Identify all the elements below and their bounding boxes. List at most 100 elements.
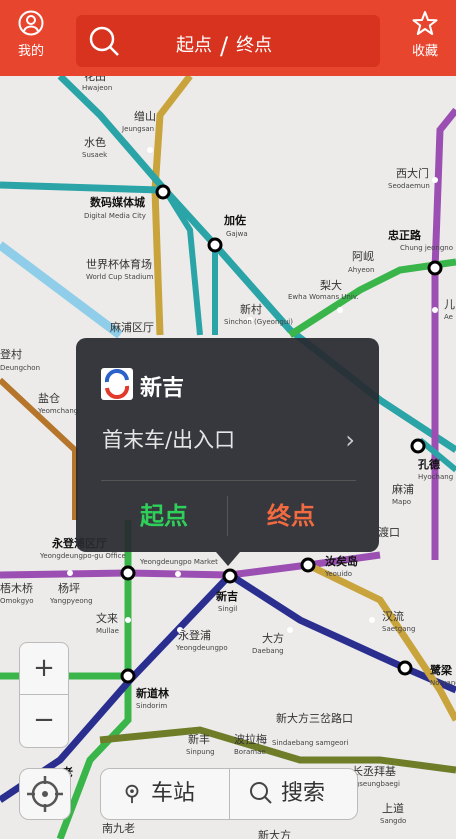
station-sub: Hwajeon [82, 84, 112, 92]
station-marker [300, 557, 316, 573]
chevron-right-icon[interactable]: › [345, 426, 355, 454]
station-label: 儿 [444, 298, 455, 311]
station-label: 新大方三岔路口 [276, 711, 353, 725]
station-sub: Yeomchang [37, 407, 78, 415]
station-marker [207, 237, 223, 253]
station-label: 长丞拜基 [352, 765, 396, 778]
station-label: 新吉 [216, 589, 238, 603]
set-start-button[interactable]: 起点 [101, 496, 227, 536]
station-sub: Sinchon (Gyeongui) [224, 318, 293, 326]
station-label: 梧木桥 [0, 581, 33, 595]
station-label: 忠正路 [388, 228, 422, 242]
origin-destination: 起点 / 终点 [176, 29, 272, 60]
locate-button[interactable] [19, 768, 71, 820]
station-sub: Sangdo [380, 817, 406, 825]
search-icon [89, 26, 119, 56]
station-label: 阿岘 [352, 249, 374, 263]
station-label: 永登浦 [178, 628, 211, 642]
station-marker [410, 438, 426, 454]
station-sub: Sindaebang samgeori [272, 739, 348, 747]
favorites-label: 收藏 [411, 44, 438, 59]
station-label: 渡口 [378, 525, 400, 539]
station-label: 加佐 [223, 213, 246, 227]
zoom-out-button[interactable]: − [20, 695, 68, 746]
station-marker [120, 565, 136, 581]
station-sub: Yeongdeungpo-gu Office [39, 552, 126, 560]
station-sub: Sinpung [186, 748, 215, 756]
station-label: 波拉梅 [234, 732, 267, 746]
location-pin-icon [125, 784, 139, 804]
station-label: 水色 [84, 135, 106, 149]
station-marker [397, 660, 413, 676]
station-label: 麻浦区厅 [110, 320, 154, 334]
stations-label: 车站 [151, 781, 196, 806]
station-label: 世界杯体育场 [86, 257, 152, 271]
zoom-in-button[interactable]: + [20, 643, 68, 694]
station-label: 鹭梁 [430, 663, 453, 677]
station-sub: Ewha Womans Univ. [288, 293, 359, 301]
station-marker [427, 260, 443, 276]
route-search-box[interactable]: 起点 / 终点 [76, 15, 380, 67]
first-last-train-link[interactable]: 首末车/出入口 [102, 424, 235, 454]
station-sub: Yeongdeungpo [175, 644, 228, 652]
origin-field[interactable]: 起点 [176, 35, 212, 56]
stations-button[interactable]: 车站 [121, 769, 195, 819]
mine-button[interactable]: 我的 [0, 10, 62, 70]
search-label: 搜索 [281, 781, 326, 806]
station-label: 新村 [240, 302, 262, 316]
station-sub: Deungchon [0, 364, 40, 372]
crosshair-icon [27, 776, 63, 812]
station-label: 新大方 [258, 828, 291, 839]
station-sub: Boramae [234, 748, 266, 756]
station-label: 汝矣岛 [325, 554, 358, 568]
search-icon [250, 782, 272, 804]
station-sub: Saetgang [382, 625, 415, 633]
station-sub: Gajwa [226, 230, 248, 238]
station-sub: Noryang [430, 679, 456, 687]
station-sub: Sindorim [136, 702, 167, 710]
zoom-control: + − [19, 642, 69, 748]
station-sub: Digital Media City [84, 212, 146, 220]
bottom-bar: 车站 搜索 [100, 768, 358, 820]
search-button[interactable]: 搜索 [249, 769, 325, 819]
star-icon [412, 11, 438, 35]
favorites-button[interactable]: 收藏 [394, 10, 456, 70]
station-sub: Ahyeon [348, 266, 374, 274]
station-label: 登村 [0, 347, 22, 361]
station-marker [155, 184, 171, 200]
station-label: 杨坪 [58, 581, 80, 595]
user-icon [18, 10, 44, 36]
metro-logo-icon [101, 368, 133, 400]
station-label: 数码媒体城 [90, 195, 145, 209]
station-label: 南九老 [102, 822, 135, 835]
station-label: 缯山 [134, 109, 156, 123]
station-sub: Mapo [392, 498, 411, 506]
mine-label: 我的 [17, 44, 44, 59]
station-sub: Mullae [96, 627, 119, 635]
station-label: 汉流 [382, 609, 404, 623]
station-sub: Chung jeongno [400, 244, 453, 252]
station-sub: Singil [218, 605, 237, 613]
station-sub: World Cup Stadium [86, 273, 154, 281]
station-sub: Daebang [252, 647, 284, 655]
separator: / [220, 32, 229, 60]
station-label: 麻浦 [392, 482, 414, 496]
station-sub: Ae [444, 313, 453, 321]
station-sub: Hyochang [418, 473, 453, 481]
station-popup: 新吉 首末车/出入口 › 起点 终点 [76, 338, 379, 566]
station-label: 大方 [262, 631, 284, 645]
station-sub: Seodaemun [388, 182, 430, 190]
station-marker [222, 568, 238, 584]
set-end-button[interactable]: 终点 [228, 496, 354, 536]
station-sub: Susaek [82, 151, 108, 159]
station-sub: Jeungsan [121, 125, 154, 133]
station-label: 梨大 [320, 278, 342, 292]
destination-field[interactable]: 终点 [236, 35, 272, 56]
divider [101, 480, 356, 481]
station-sub: Yeongdeungpo Market [139, 558, 218, 566]
station-label: 上道 [382, 801, 404, 815]
popup-station-name: 新吉 [140, 376, 185, 401]
station-sub: Yeouido [324, 570, 352, 578]
station-label: 西大门 [396, 166, 429, 180]
station-label: 文来 [96, 611, 118, 625]
